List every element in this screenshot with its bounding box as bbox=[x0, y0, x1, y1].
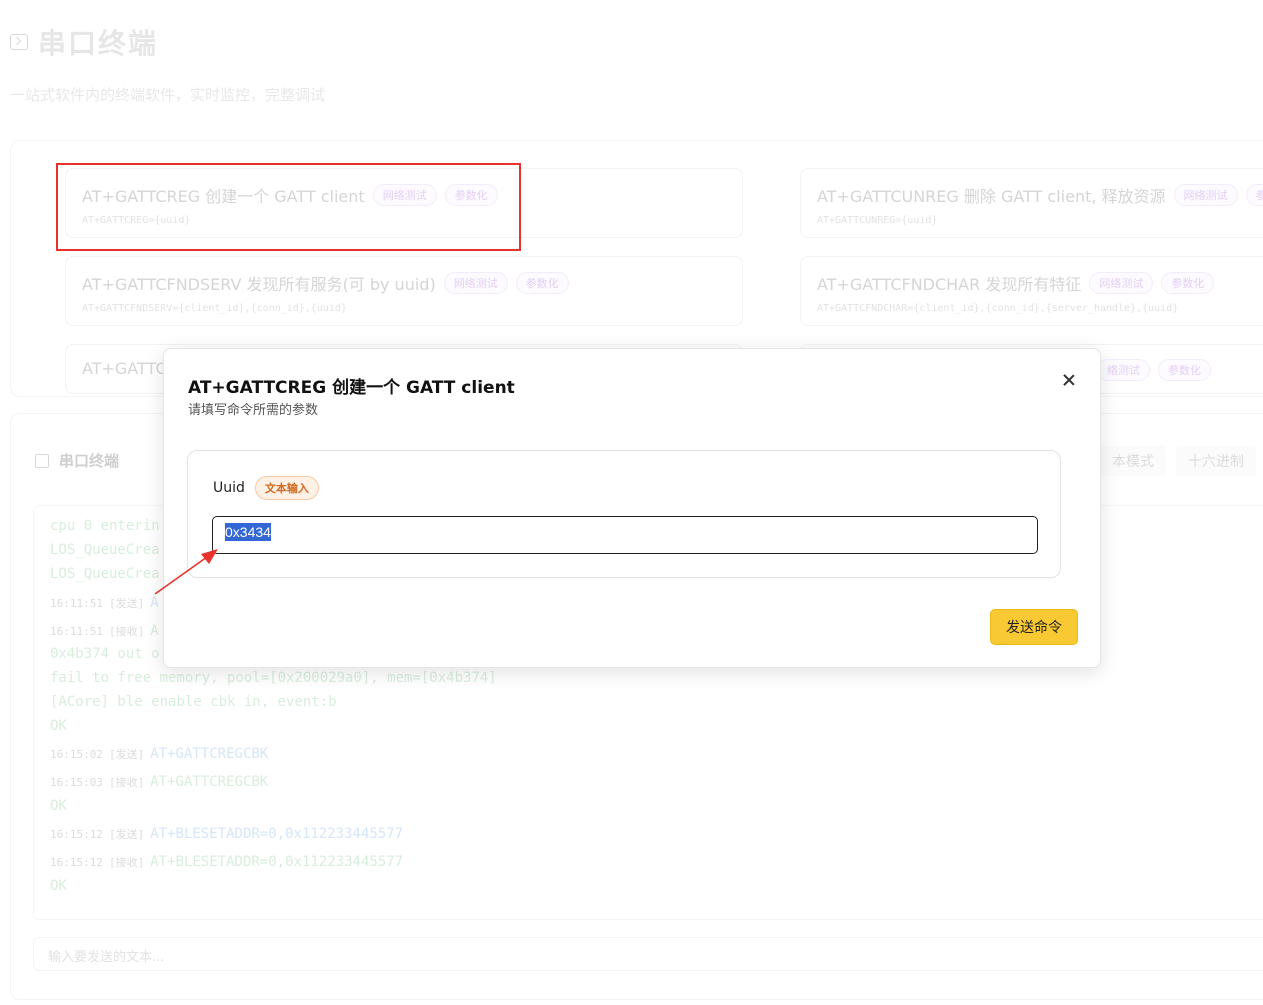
command-card[interactable]: AT+GATTCUNREG 删除 GATT client, 释放资源 网络测试 … bbox=[800, 168, 1263, 238]
tag-network: 网络测试 bbox=[1173, 184, 1238, 206]
log-line: OK bbox=[50, 798, 67, 814]
log-line: OK bbox=[50, 718, 67, 734]
command-card[interactable]: AT+GATTCFNDCHAR 发现所有特征 网络测试 参数化 AT+GATTC… bbox=[800, 256, 1263, 326]
page-title: 串口终端 bbox=[38, 27, 159, 60]
log-line: fail to free memory, pool=[0x200029a0], … bbox=[50, 670, 497, 686]
log-line: 16:15:02 [发送] AT+GATTCREGCBK bbox=[50, 746, 269, 762]
page-header: 串口终端 bbox=[10, 22, 158, 62]
send-command-button[interactable]: 发送命令 bbox=[990, 609, 1078, 645]
tag-network: 网络测试 bbox=[443, 272, 508, 294]
command-syntax: AT+GATTCUNREG={uuid} bbox=[817, 215, 938, 226]
tag-network: 络测试 bbox=[1097, 359, 1150, 381]
mode-switch: 本模式 十六进制 bbox=[1100, 446, 1256, 476]
log-line: LOS_QueueCrea bbox=[50, 566, 160, 582]
log-line: 16:15:12 [发送] AT+BLESETADDR=0,0x1122334455… bbox=[50, 826, 404, 842]
log-line: 0x4b374 out o bbox=[50, 646, 160, 662]
parameter-label: Uuid bbox=[213, 480, 245, 496]
command-syntax: AT+GATTCFNDCHAR={client_id},{conn_id},{s… bbox=[817, 303, 1179, 314]
close-icon[interactable] bbox=[1060, 371, 1078, 389]
command-title: AT+GATTCUNREG 删除 GATT client, 释放资源 bbox=[817, 187, 1166, 206]
log-line: LOS_QueueCrea bbox=[50, 542, 160, 558]
log-line: OK bbox=[50, 878, 67, 894]
hex-mode-button[interactable]: 十六进制 bbox=[1176, 446, 1256, 476]
uuid-input[interactable]: 0x3434 bbox=[212, 516, 1038, 554]
parameter-group: Uuid 文本输入 0x3434 bbox=[187, 450, 1061, 578]
command-card[interactable]: AT+GATTCFNDSERV 发现所有服务(可 by uuid) 网络测试 参… bbox=[65, 256, 743, 326]
command-syntax: AT+GATTCFNDSERV={client_id},{conn_id},{u… bbox=[82, 303, 347, 314]
highlight-box bbox=[56, 163, 521, 251]
input-type-badge: 文本输入 bbox=[254, 476, 319, 500]
page-subtitle: 一站式软件内的终端软件，实时监控，完整调试 bbox=[10, 86, 326, 104]
parameter-label-row: Uuid 文本输入 bbox=[213, 476, 319, 500]
log-line: [ACore] ble enable cbk in, event:b bbox=[50, 694, 337, 710]
tag-param: 参数化 bbox=[515, 272, 569, 294]
dialog-subtitle: 请填写命令所需的参数 bbox=[188, 403, 319, 418]
command-title: AT+GATTCFNDSERV 发现所有服务(可 by uuid) bbox=[82, 275, 436, 294]
tag-param: 参数化 bbox=[1161, 272, 1215, 294]
terminal-title: 串口终端 bbox=[59, 452, 120, 470]
log-line: 16:11:51 [发送] A bbox=[50, 595, 159, 611]
selected-text: 0x3434 bbox=[225, 523, 271, 541]
log-line: 16:11:51 [接收] A bbox=[50, 623, 159, 639]
tag-network: 网络测试 bbox=[1089, 272, 1154, 294]
tag-param: 参数 bbox=[1245, 184, 1263, 206]
dialog-title: AT+GATTCREG 创建一个 GATT client bbox=[188, 378, 515, 398]
terminal-header: 串口终端 bbox=[35, 450, 119, 471]
parameter-dialog: AT+GATTCREG 创建一个 GATT client 请填写命令所需的参数 … bbox=[163, 348, 1101, 668]
tag-param: 参数化 bbox=[1158, 359, 1211, 381]
command-title: AT+GATTCI bbox=[82, 359, 172, 378]
text-mode-button[interactable]: 本模式 bbox=[1100, 446, 1166, 476]
log-line: 16:15:12 [接收] AT+BLESETADDR=0,0x1122334455… bbox=[50, 854, 404, 870]
log-line: cpu 0 enterin bbox=[50, 518, 160, 534]
terminal-icon bbox=[35, 453, 49, 468]
terminal-icon bbox=[10, 34, 28, 50]
log-line: 16:15:03 [接收] AT+GATTCREGCBK bbox=[50, 774, 269, 790]
command-title: AT+GATTCFNDCHAR 发现所有特征 bbox=[817, 275, 1082, 294]
send-text-input[interactable]: 输入要发送的文本... bbox=[33, 937, 1263, 971]
